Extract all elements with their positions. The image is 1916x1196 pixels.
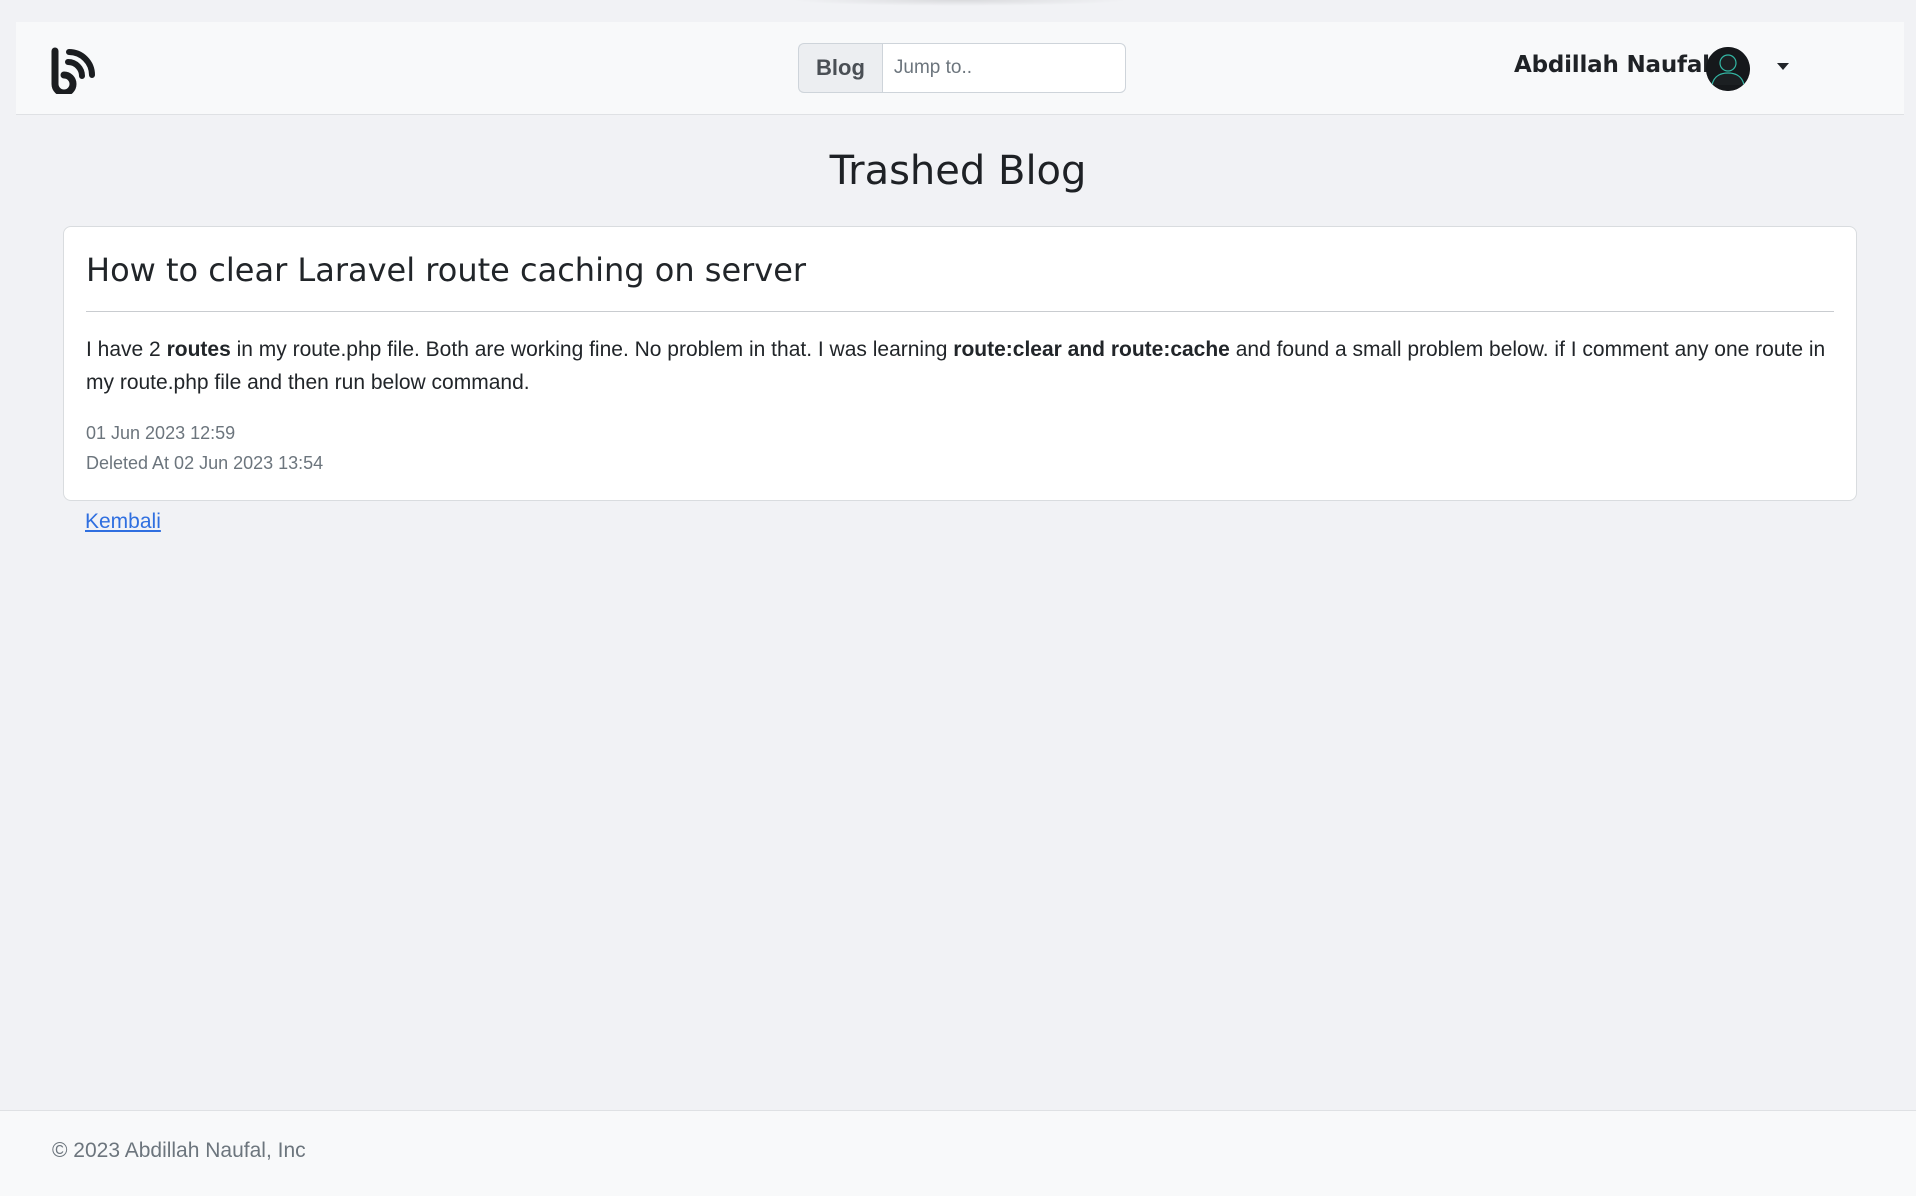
body-bold-1: routes [166, 338, 231, 361]
blog-logo-icon[interactable] [46, 44, 96, 97]
footer: © 2023 Abdillah Naufal, Inc [0, 1110, 1916, 1196]
jump-to-input[interactable] [881, 43, 1126, 93]
divider [86, 311, 1834, 312]
post-card: How to clear Laravel route caching on se… [63, 226, 1857, 501]
caret-down-icon[interactable] [1777, 63, 1789, 70]
post-deleted-at: Deleted At 02 Jun 2023 13:54 [86, 453, 324, 473]
body-text-1: I have 2 [86, 338, 167, 361]
blog-button[interactable]: Blog [798, 43, 882, 93]
footer-copyright: © 2023 Abdillah Naufal, Inc [52, 1139, 306, 1162]
top-shadow [790, 0, 1130, 6]
user-name: Abdillah Naufal [1514, 52, 1710, 78]
search-group: Blog [798, 43, 1126, 95]
body-text-2: in my route.php file. Both are working f… [230, 338, 954, 361]
user-avatar-icon[interactable] [1706, 47, 1750, 91]
post-title: How to clear Laravel route caching on se… [86, 251, 807, 289]
page-title: Trashed Blog [829, 148, 1087, 194]
post-body: I have 2 routes in my route.php file. Bo… [86, 333, 1836, 399]
body-bold-2: route:clear and route:cache [953, 338, 1230, 361]
navbar: Blog Abdillah Naufal [16, 22, 1904, 115]
back-link[interactable]: Kembali [85, 510, 161, 534]
post-date: 01 Jun 2023 12:59 [86, 423, 236, 443]
